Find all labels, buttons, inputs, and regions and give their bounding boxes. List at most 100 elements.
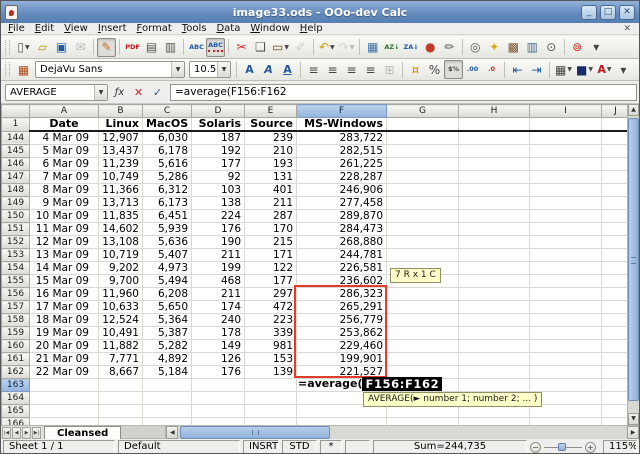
vertical-scrollbar[interactable]: ▲ ▼ [627, 104, 639, 425]
cell[interactable] [530, 184, 602, 197]
cell[interactable] [530, 262, 602, 275]
navigator-icon[interactable]: ✦ [485, 38, 504, 57]
cell[interactable]: 153 [245, 353, 297, 366]
row-header-166[interactable]: 166 [2, 418, 30, 426]
column-header-b[interactable]: B [99, 105, 143, 118]
column-header-f[interactable]: F [297, 105, 387, 118]
row-header-1[interactable]: 1 [2, 118, 30, 132]
cell[interactable]: 6,208 [143, 288, 192, 301]
cell[interactable] [387, 301, 459, 314]
cell[interactable]: 174 [192, 301, 245, 314]
print-icon[interactable]: ▤ [142, 38, 161, 57]
cell[interactable]: 6,451 [143, 210, 192, 223]
cell[interactable]: 139 [245, 366, 297, 379]
row-header-152[interactable]: 152 [2, 236, 30, 249]
cell[interactable]: 11,882 [99, 340, 143, 353]
horizontal-scrollbar[interactable]: ◀ ▶ [165, 426, 639, 439]
cell[interactable] [602, 366, 630, 379]
cell[interactable] [602, 262, 630, 275]
cell[interactable]: 282,515 [297, 145, 387, 158]
cell[interactable]: 5,407 [143, 249, 192, 262]
column-header-e[interactable]: E [245, 105, 297, 118]
cell[interactable] [387, 197, 459, 210]
cell[interactable] [99, 405, 143, 418]
cell[interactable]: 5,387 [143, 327, 192, 340]
cell[interactable]: 14 Mar 09 [30, 262, 99, 275]
last-sheet-icon[interactable]: ▶| [32, 427, 41, 439]
cell[interactable] [530, 314, 602, 327]
menu-data[interactable]: Data [211, 23, 245, 34]
cell[interactable] [387, 249, 459, 262]
cell[interactable]: 11,239 [99, 158, 143, 171]
row-header-150[interactable]: 150 [2, 210, 30, 223]
edit-file-icon[interactable]: ✎ [97, 38, 116, 57]
cell[interactable] [459, 249, 530, 262]
font-size-combo[interactable]: 10.5 ▼ [189, 61, 231, 78]
cell[interactable]: 5,364 [143, 314, 192, 327]
cell[interactable] [602, 288, 630, 301]
cell[interactable]: 7 Mar 09 [30, 171, 99, 184]
spreadsheet-grid[interactable]: ABCDEFGHIJ1DateLinuxMacOSSolarisSourceMS… [1, 104, 629, 425]
cell[interactable] [459, 118, 530, 132]
cell[interactable]: 131 [245, 171, 297, 184]
close-document-icon[interactable]: ✕ [617, 24, 637, 34]
cell[interactable]: 4,892 [143, 353, 192, 366]
row-header-147[interactable]: 147 [2, 171, 30, 184]
cell[interactable]: 10,633 [99, 301, 143, 314]
cell[interactable]: 10,719 [99, 249, 143, 262]
name-box[interactable]: AVERAGE ▼ [5, 84, 108, 101]
cell[interactable]: 13 Mar 09 [30, 249, 99, 262]
cell[interactable]: 22 Mar 09 [30, 366, 99, 379]
save-icon[interactable]: ▣ [52, 38, 71, 57]
cell[interactable] [459, 131, 530, 145]
cell[interactable]: 223 [245, 314, 297, 327]
cell[interactable]: 126 [192, 353, 245, 366]
zoom-out-icon[interactable]: − [530, 442, 541, 453]
cell[interactable] [602, 249, 630, 262]
cell[interactable]: 401 [245, 184, 297, 197]
column-header-h[interactable]: H [459, 105, 530, 118]
cell[interactable] [99, 392, 143, 405]
cell[interactable]: 199 [192, 262, 245, 275]
currency-format-icon[interactable]: ¤ [406, 60, 425, 79]
cell[interactable]: 228,287 [297, 171, 387, 184]
cell[interactable] [245, 405, 297, 418]
cell[interactable]: 211 [245, 197, 297, 210]
row-header-146[interactable]: 146 [2, 158, 30, 171]
cell[interactable]: 5,494 [143, 275, 192, 288]
align-justify-icon[interactable]: ≡ [361, 60, 380, 79]
cell[interactable]: 92 [192, 171, 245, 184]
font-name-combo[interactable]: DejaVu Sans ▼ [35, 61, 185, 78]
row-header-163[interactable]: 163 [2, 379, 30, 392]
cell[interactable] [530, 197, 602, 210]
cell[interactable]: 224 [192, 210, 245, 223]
menu-edit[interactable]: Edit [30, 23, 59, 34]
delete-decimal-icon[interactable]: .0 [482, 60, 501, 79]
cell[interactable] [602, 197, 630, 210]
cell[interactable]: 16 Mar 09 [30, 288, 99, 301]
cell[interactable] [530, 288, 602, 301]
cell[interactable] [530, 301, 602, 314]
zoom-icon[interactable]: ⊙ [542, 38, 561, 57]
cell[interactable]: 12 Mar 09 [30, 236, 99, 249]
cell[interactable] [459, 236, 530, 249]
scroll-left-icon[interactable]: ◀ [166, 426, 178, 439]
scroll-right-icon[interactable]: ▶ [627, 426, 639, 439]
cell[interactable]: 240 [192, 314, 245, 327]
cell[interactable]: 178 [192, 327, 245, 340]
row-header-151[interactable]: 151 [2, 223, 30, 236]
cell[interactable] [530, 249, 602, 262]
cell[interactable] [143, 392, 192, 405]
formula-input[interactable]: =average(F156:F162 [170, 84, 637, 101]
cell[interactable]: 472 [245, 301, 297, 314]
cell[interactable] [143, 379, 192, 392]
range-highlight[interactable] [294, 285, 387, 378]
cell[interactable]: 211 [192, 288, 245, 301]
cell[interactable] [459, 366, 530, 379]
cell[interactable]: 6,030 [143, 131, 192, 145]
cell[interactable]: 10,491 [99, 327, 143, 340]
sheet-info[interactable]: Sheet 1 / 1 [3, 440, 115, 454]
cell[interactable] [459, 275, 530, 288]
chevron-down-icon[interactable]: ▼ [94, 85, 107, 100]
cell[interactable] [387, 184, 459, 197]
